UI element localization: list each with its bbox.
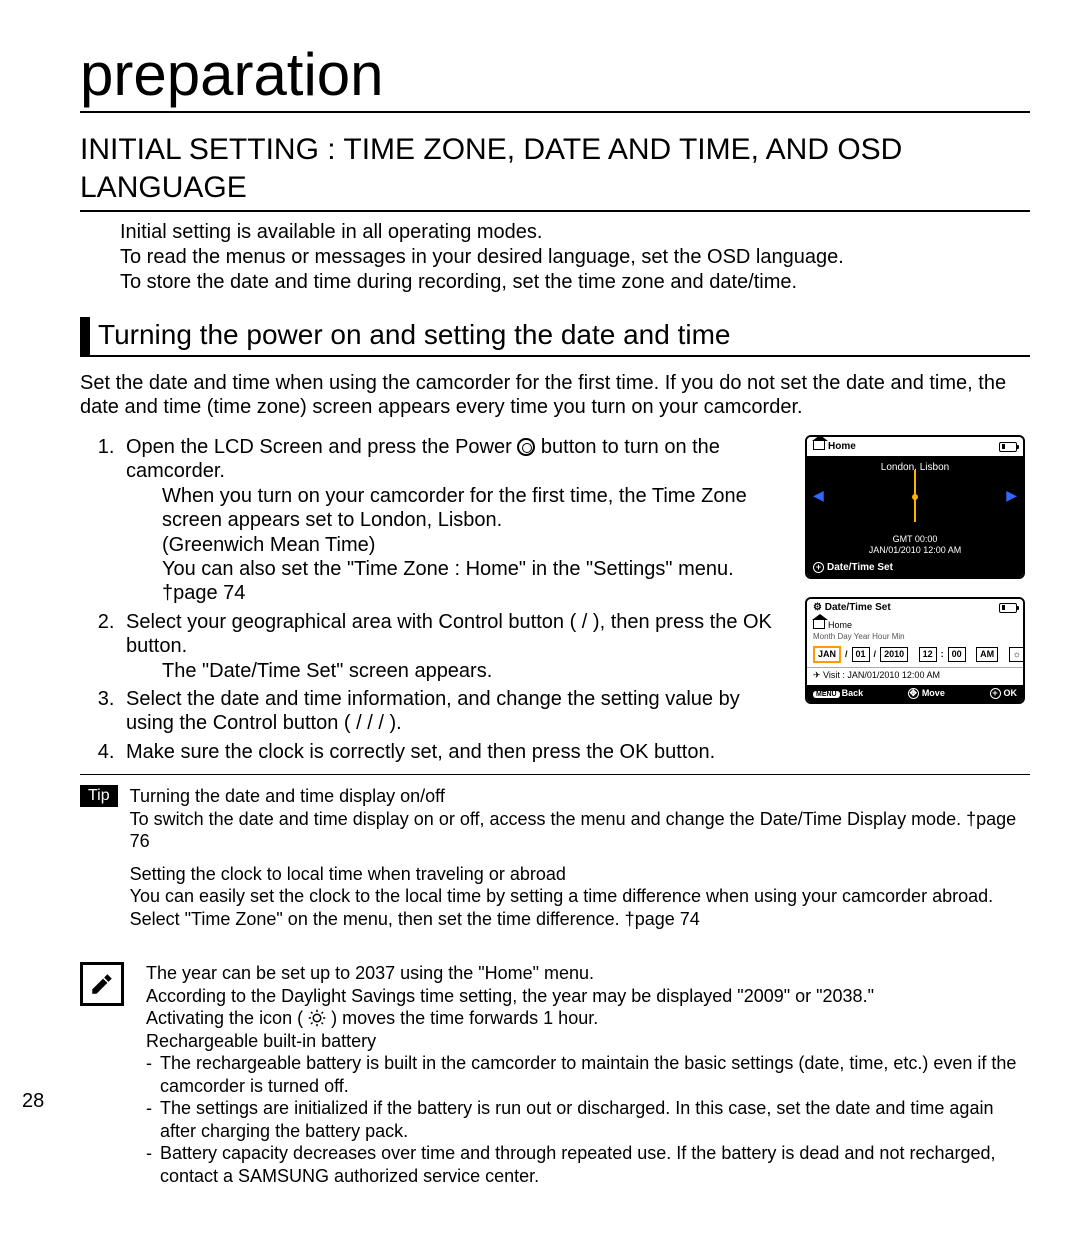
tip-block: Tip Turning the date and time display on… (80, 785, 1030, 940)
body-paragraph: Set the date and time when using the cam… (80, 371, 1030, 419)
tip-text: To switch the date and time display on o… (130, 809, 1017, 852)
hour-field: 12 (919, 647, 937, 662)
note-line: Activating the icon ( (146, 1008, 303, 1028)
step-text: Select your geographical area with Contr… (126, 611, 772, 657)
date-fields: JAN/ 01/ 2010 12: 00 AM ☼ (807, 642, 1023, 667)
topic-title: INITIAL SETTING : TIME ZONE, DATE AND TI… (80, 131, 1030, 212)
gmt-label: GMT 00:00 (807, 534, 1023, 545)
lcd-title: Date/Time Set (825, 602, 891, 613)
step-subtext: (Greenwich Mean Time) (162, 533, 793, 557)
note-line: Rechargeable built-in battery (146, 1030, 1030, 1053)
arrow-right-icon: ▶ (1006, 487, 1017, 504)
battery-icon (999, 603, 1017, 613)
section-title: preparation (80, 40, 1030, 113)
datetime-label: JAN/01/2010 12:00 AM (807, 545, 1023, 556)
visit-label: Visit : JAN/01/2010 12:00 AM (823, 670, 940, 680)
lcd-timezone-screen: Home London, Lisbon ◀ ▶ GMT 00:00 JAN/01… (805, 435, 1025, 579)
ampm-field: AM (976, 647, 998, 662)
dst-field: ☼ (1009, 647, 1025, 662)
step-subtext: When you turn on your camcorder for the … (162, 484, 793, 533)
day-field: 01 (852, 647, 870, 662)
note-line: According to the Daylight Savings time s… (146, 985, 1030, 1008)
note-line: ) moves the time forwards 1 hour. (331, 1008, 598, 1028)
menu-icon: MENU (813, 691, 840, 698)
arrow-left-icon: ◀ (813, 487, 824, 504)
move-icon: ✥ (908, 688, 919, 699)
note-bullet: Battery capacity decreases over time and… (146, 1142, 1030, 1187)
pencil-icon (89, 971, 115, 997)
home-icon (813, 619, 825, 629)
ok-icon: + (990, 688, 1001, 699)
min-field: 00 (948, 647, 966, 662)
page-number: 28 (22, 1090, 44, 1113)
world-map: London, Lisbon ◀ ▶ (807, 456, 1023, 534)
step-item: Open the LCD Screen and press the Power … (120, 435, 793, 606)
subsection-heading: Turning the power on and setting the dat… (80, 317, 1030, 357)
note-icon (80, 962, 124, 1006)
year-field: 2010 (880, 647, 908, 662)
ok-icon: + (813, 562, 824, 573)
note-bullet: The rechargeable battery is built in the… (146, 1052, 1030, 1097)
home-icon (813, 440, 825, 450)
tip-subtitle: Setting the clock to local time when tra… (130, 864, 566, 884)
ok-label: OK (1004, 688, 1018, 698)
lcd-title: Home (828, 441, 856, 452)
move-label: Move (922, 688, 945, 698)
field-labels: Month Day Year Hour Min (807, 632, 1023, 642)
tip-subtitle: Turning the date and time display on/off (130, 786, 445, 806)
intro-line: Initial setting is available in all oper… (120, 220, 1030, 245)
note-bullet: The settings are initialized if the batt… (146, 1097, 1030, 1142)
lcd-datetime-screen: ⚙ Date/Time Set Home Month Day Year Hour… (805, 597, 1025, 704)
tip-text: You can easily set the clock to the loca… (130, 886, 993, 929)
dst-icon (308, 1009, 326, 1027)
home-label: Home (828, 620, 852, 630)
note-line: The year can be set up to 2037 using the… (146, 962, 1030, 985)
step-item: Select the date and time information, an… (120, 687, 793, 736)
intro-block: Initial setting is available in all oper… (120, 220, 1030, 295)
battery-icon (999, 442, 1017, 452)
back-label: Back (842, 688, 864, 698)
intro-line: To read the menus or messages in your de… (120, 245, 1030, 270)
month-field: JAN (813, 646, 841, 663)
intro-line: To store the date and time during record… (120, 270, 1030, 295)
step-item: Make sure the clock is correctly set, an… (120, 740, 793, 764)
lcd-footer-label: Date/Time Set (827, 562, 893, 573)
step-subtext: The "Date/Time Set" screen appears. (162, 659, 793, 683)
tip-badge: Tip (80, 785, 118, 807)
step-text: Open the LCD Screen and press the Power (126, 436, 512, 458)
power-icon (517, 438, 535, 456)
subsection-title: Turning the power on and setting the dat… (98, 317, 731, 355)
step-item: Select your geographical area with Contr… (120, 610, 793, 683)
note-block: The year can be set up to 2037 using the… (80, 962, 1030, 1187)
step-subtext: You can also set the "Time Zone : Home" … (162, 557, 793, 606)
steps-list: Open the LCD Screen and press the Power … (80, 435, 793, 764)
